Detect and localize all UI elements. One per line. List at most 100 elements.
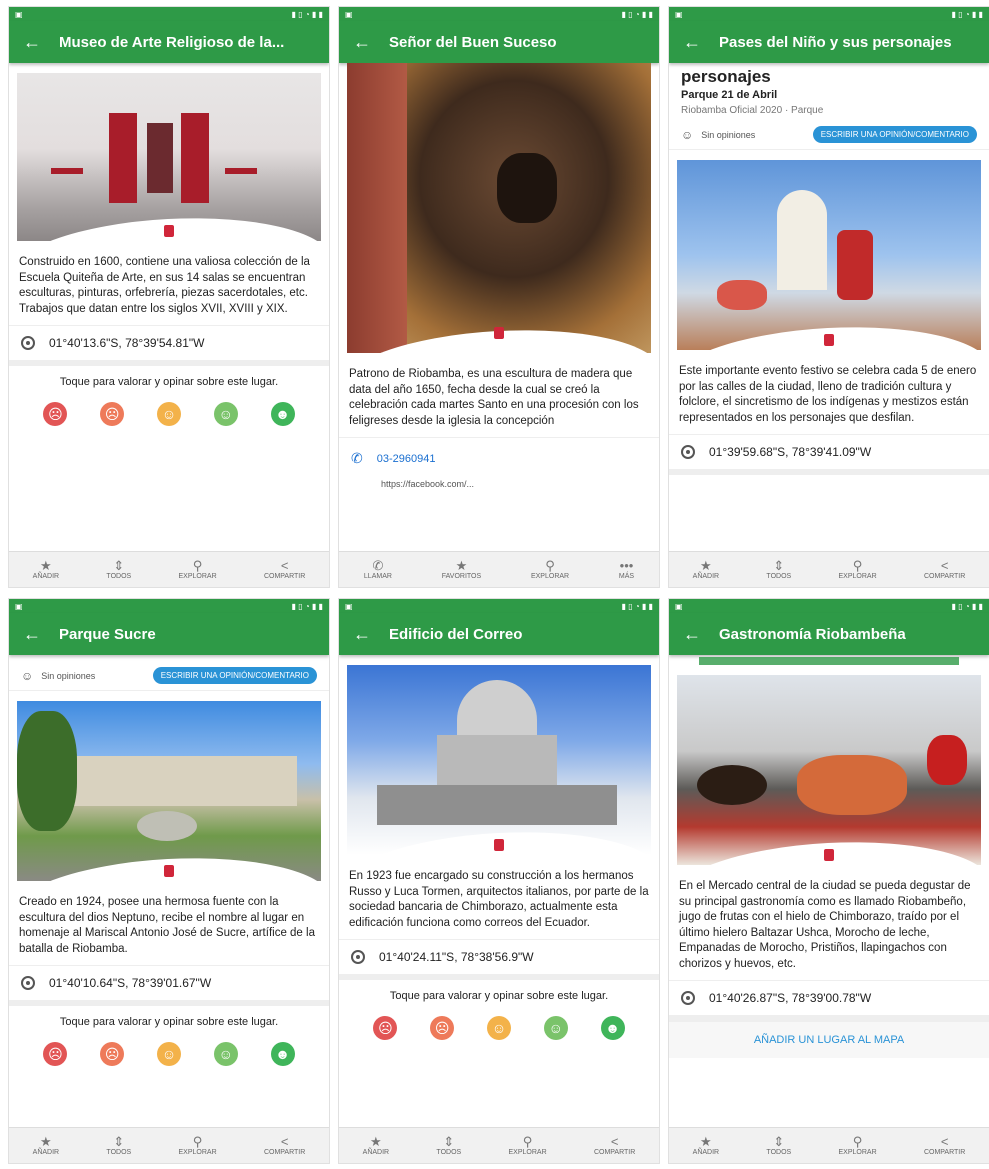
very-sad-face-icon[interactable]: ☹ xyxy=(43,402,68,427)
write-opinion-button[interactable]: ESCRIBIR UNA OPINIÓN/COMENTARIO xyxy=(152,667,317,684)
app-bar: ← Parque Sucre xyxy=(9,613,329,655)
nav-all[interactable]: ⇕ TODOS xyxy=(766,559,791,581)
brand-logo-icon xyxy=(824,334,834,346)
place-description: Creado en 1924, posee una hermosa fuente… xyxy=(19,896,315,955)
nav-add[interactable]: ★ AÑADIR xyxy=(33,1135,59,1157)
content: Construido en 1600, contiene una valiosa… xyxy=(9,63,329,551)
nav-share[interactable]: < COMPARTIR xyxy=(264,1134,305,1157)
nav-call[interactable]: ✆ LLAMAR xyxy=(364,559,392,581)
back-arrow-icon[interactable]: ← xyxy=(23,32,41,53)
happy-face-icon[interactable]: ☺ xyxy=(213,1042,238,1067)
coordinates-text: 01°40'26.87"S, 78°39'00.78"W xyxy=(709,991,872,1006)
nav-explore[interactable]: ⚲ EXPLORAR xyxy=(839,1134,877,1157)
sad-face-icon[interactable]: ☹ xyxy=(430,1016,455,1041)
write-opinion-button[interactable]: ESCRIBIR UNA OPINIÓN/COMENTARIO xyxy=(812,126,977,143)
neutral-face-icon[interactable]: ☺ xyxy=(486,1016,511,1041)
neutral-face-icon[interactable]: ☺ xyxy=(156,402,181,427)
website-link[interactable]: https://facebook.com/... xyxy=(339,479,659,489)
sad-face-icon[interactable]: ☹ xyxy=(100,402,125,427)
star-icon: ★ xyxy=(455,558,468,573)
pin-icon: ⚲ xyxy=(852,558,863,573)
place-subheading: Parque 21 de Abril xyxy=(681,89,778,101)
coordinates-text: 01°40'24.11"S, 78°38'56.9"W xyxy=(379,950,534,965)
location-icon xyxy=(21,336,35,351)
share-icon: < xyxy=(280,1134,289,1149)
content: En 1923 fue encargado su construcción a … xyxy=(339,655,659,1127)
route-icon: ⇕ xyxy=(773,1134,785,1149)
phone-panel-4: ▣ ▮ ▯ ◔ ▮ ▮ ← Parque Sucre ☺ Sin opinione… xyxy=(8,598,330,1164)
place-heading: personajes xyxy=(681,67,771,86)
display-table xyxy=(51,168,83,174)
very-happy-face-icon[interactable]: ☻ xyxy=(270,402,295,427)
status-bar: ▣ ▮ ▯ ◔ ▮ ▮ xyxy=(9,7,329,21)
pin-icon: ⚲ xyxy=(852,1134,863,1149)
share-icon: < xyxy=(940,558,949,573)
neutral-face-icon[interactable]: ☺ xyxy=(156,1042,181,1067)
phone-panel-1: ▣ ▮ ▯ ◔ ▮ ▮ ← Museo de Arte Religioso de … xyxy=(8,6,330,588)
rating-faces: ☹ ☹ ☺ ☺ ☻ xyxy=(9,394,329,434)
coordinates-row[interactable]: 01°40'26.87"S, 78°39'00.78"W xyxy=(669,980,989,1022)
nav-all[interactable]: ⇕ TODOS xyxy=(436,1135,461,1157)
nav-all[interactable]: ⇕ TODOS xyxy=(106,1134,131,1157)
location-icon xyxy=(681,445,695,460)
brand-logo-icon xyxy=(494,327,504,339)
nav-explore[interactable]: ⚲ EXPLORAR xyxy=(509,1134,547,1157)
nav-share[interactable]: < COMPARTIR xyxy=(924,558,965,581)
nav-favorites[interactable]: ★ FAVORITOS xyxy=(442,558,481,581)
very-sad-face-icon[interactable]: ☹ xyxy=(43,1042,68,1067)
back-arrow-icon[interactable]: ← xyxy=(683,32,701,53)
pin-icon: ⚲ xyxy=(522,1134,533,1149)
bottom-nav: ★ AÑADIR ⇕ TODOS ⚲ EXPLORAR < COMPARTIR xyxy=(9,551,329,587)
very-happy-face-icon[interactable]: ☻ xyxy=(600,1016,625,1041)
page-title: Señor del Buen Suceso xyxy=(389,33,557,51)
opinion-row: ☺ Sin opiniones ESCRIBIR UNA OPINIÓN/COM… xyxy=(669,120,989,150)
coordinates-row[interactable]: 01°40'13.6"S, 78°39'54.81"W xyxy=(9,325,329,367)
nav-share[interactable]: < COMPARTIR xyxy=(264,558,305,581)
pin-icon: ⚲ xyxy=(192,558,203,573)
place-description: En 1923 fue encargado su construcción a … xyxy=(349,870,649,929)
more-icon: ••• xyxy=(619,558,634,573)
back-arrow-icon[interactable]: ← xyxy=(23,624,41,645)
page-title: Edificio del Correo xyxy=(389,625,523,643)
share-icon: < xyxy=(280,558,289,573)
display-table xyxy=(225,168,257,174)
very-happy-face-icon[interactable]: ☻ xyxy=(270,1042,295,1067)
building-base xyxy=(377,785,617,825)
nav-all[interactable]: ⇕ TODOS xyxy=(766,1134,791,1157)
phone-panel-6: ▣ ▮ ▯ ◔ ▮ ▮ ← Gastronomía Riobambeña En e… xyxy=(668,598,989,1164)
route-icon: ⇕ xyxy=(113,1134,125,1149)
pepper-shape xyxy=(927,735,967,785)
nav-share[interactable]: < COMPARTIR xyxy=(924,1135,965,1157)
status-bar: ▣ ▮ ▯ ◔ ▮ ▮ xyxy=(339,599,659,613)
nav-add[interactable]: ★ AÑADIR xyxy=(693,559,719,581)
phone-panel-5: ▣ ▮ ▯ ◔ ▮ ▮ ← Edificio del Correo En 1923… xyxy=(338,598,660,1164)
add-place-to-map-button[interactable]: AÑADIR UN LUGAR AL MAPA xyxy=(669,1021,989,1059)
nav-all[interactable]: ⇕ TODOS xyxy=(106,559,131,581)
coordinates-row[interactable]: 01°39'59.68"S, 78°39'41.09"W xyxy=(669,434,989,476)
back-arrow-icon[interactable]: ← xyxy=(353,624,371,645)
content: En el Mercado central de la ciudad se pu… xyxy=(669,655,989,1127)
sad-face-icon[interactable]: ☹ xyxy=(100,1042,125,1067)
back-arrow-icon[interactable]: ← xyxy=(353,32,371,53)
happy-face-icon[interactable]: ☺ xyxy=(543,1016,568,1041)
happy-face-icon[interactable]: ☺ xyxy=(213,402,238,427)
bottom-nav: ★ AÑADIR ⇕ TODOS ⚲ EXPLORAR < COMPARTIR xyxy=(669,551,989,587)
place-photo xyxy=(677,160,981,350)
nav-explore[interactable]: ⚲ EXPLORAR xyxy=(179,558,217,581)
phone-row[interactable]: ✆ 03-2960941 xyxy=(339,437,659,479)
content: personajes Parque 21 de Abril Riobamba O… xyxy=(669,63,989,551)
nav-share[interactable]: < COMPARTIR xyxy=(594,1135,635,1157)
nav-more[interactable]: ••• MÁS xyxy=(619,558,634,581)
coordinates-row[interactable]: 01°40'24.11"S, 78°38'56.9"W xyxy=(339,939,659,981)
nav-explore[interactable]: ⚲ EXPLORAR xyxy=(531,559,569,581)
back-arrow-icon[interactable]: ← xyxy=(683,624,701,645)
nav-add[interactable]: ★ AÑADIR xyxy=(33,558,59,581)
nav-add[interactable]: ★ AÑADIR xyxy=(363,1135,389,1157)
nav-explore[interactable]: ⚲ EXPLORAR xyxy=(179,1135,217,1157)
very-sad-face-icon[interactable]: ☹ xyxy=(373,1016,398,1041)
star-icon: ★ xyxy=(40,558,52,573)
nav-add[interactable]: ★ AÑADIR xyxy=(693,1135,719,1157)
phone-number: 03-2960941 xyxy=(376,452,436,465)
nav-explore[interactable]: ⚲ EXPLORAR xyxy=(839,558,877,581)
coordinates-row[interactable]: 01°40'10.64"S, 78°39'01.67"W xyxy=(9,965,329,1007)
